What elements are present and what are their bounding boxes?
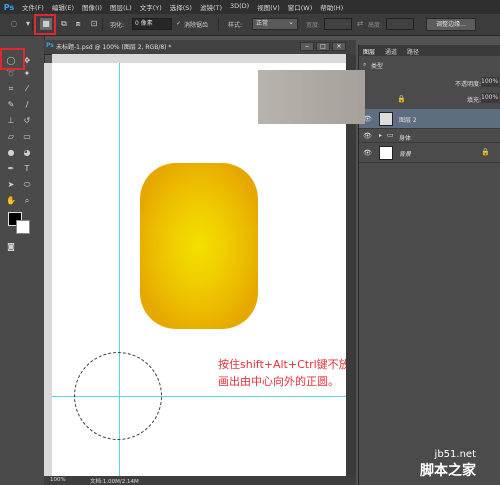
layer-name[interactable]: 背景	[399, 149, 411, 158]
refine-edge-button[interactable]: 调整边缘...	[426, 18, 476, 31]
watermark: jb51.net 脚本之家	[420, 449, 476, 480]
gradient-tool-icon[interactable]: ▭	[20, 130, 34, 143]
menu-layer[interactable]: 图层(L)	[106, 2, 136, 12]
ps-doc-icon: Ps	[46, 42, 54, 49]
history-brush-icon[interactable]: ↺	[20, 114, 34, 127]
kind-filter-select[interactable]: 类型	[371, 61, 383, 70]
layer-row-background[interactable]: 👁 背景 🔒	[359, 143, 500, 163]
options-bar: ◌ ▾ ■ ⧉ ⧈ ⊡ 羽化: 0 像素 ✓ 消除锯齿 样式: 正常 宽度: ⇄…	[0, 14, 500, 36]
zoom-level[interactable]: 100%	[50, 477, 66, 483]
antialias-checkbox[interactable]: ✓	[176, 20, 181, 27]
feather-input[interactable]: 0 像素	[132, 18, 172, 30]
menu-image[interactable]: 图像(I)	[78, 2, 106, 12]
lock-icon: 🔒	[481, 148, 490, 156]
subtract-from-selection-icon[interactable]: ⧈	[72, 18, 84, 30]
menu-filter[interactable]: 滤镜(T)	[196, 2, 226, 12]
elliptical-marquee-preset-icon[interactable]: ◌	[8, 18, 20, 30]
menu-edit[interactable]: 编辑(E)	[48, 2, 78, 12]
instruction-annotation: 按住shift+Alt+Ctrl键不放， 画出由中心向外的正圆。	[218, 356, 361, 390]
document-tab[interactable]: Ps 未标题-1.psd @ 100% (图层 2, RGB/8) * − □ …	[44, 40, 356, 55]
add-to-selection-icon[interactable]: ⧉	[58, 18, 70, 30]
style-label: 样式:	[228, 22, 243, 29]
circle-selection-marquee[interactable]	[74, 352, 162, 440]
menu-select[interactable]: 选择(S)	[166, 2, 196, 12]
type-tool-icon[interactable]: T	[20, 162, 34, 175]
document-title: 未标题-1.psd @ 100% (图层 2, RGB/8) *	[56, 44, 172, 51]
eyedropper-icon[interactable]: ⁄	[20, 82, 34, 95]
minimize-button[interactable]: −	[300, 42, 314, 51]
lock-icon[interactable]: 🔒	[397, 95, 406, 103]
clone-stamp-icon[interactable]: ⊥	[4, 114, 18, 127]
group-name[interactable]: 身体	[399, 133, 411, 142]
opacity-input[interactable]: 100%	[481, 77, 499, 87]
width-input[interactable]	[324, 18, 352, 30]
brush-tool-icon[interactable]: ∕	[20, 98, 34, 111]
menu-window[interactable]: 窗口(W)	[284, 2, 317, 12]
filter-icon: ⌕	[363, 61, 367, 68]
intersect-selection-icon[interactable]: ⊡	[88, 18, 100, 30]
menu-view[interactable]: 视图(V)	[253, 2, 284, 12]
style-select[interactable]: 正常	[252, 17, 298, 30]
healing-brush-icon[interactable]: ✎	[4, 98, 18, 111]
menu-bar: Ps 文件(F) 编辑(E) 图像(I) 图层(L) 文字(Y) 选择(S) 滤…	[0, 0, 500, 14]
divider	[102, 18, 103, 31]
divider	[218, 18, 219, 31]
width-label: 宽度:	[306, 22, 321, 29]
layer-thumbnail	[379, 112, 393, 126]
close-button[interactable]: ✕	[332, 42, 346, 51]
divider	[32, 18, 33, 31]
tab-paths[interactable]: 路径	[407, 47, 419, 56]
zoom-tool-icon[interactable]: ⌕	[20, 194, 34, 207]
layer-row-group[interactable]: 👁 ▸ ▭ 身体	[359, 129, 500, 143]
annotation-line-1: 按住shift+Alt+Ctrl键不放，	[218, 358, 361, 371]
layer-name[interactable]: 图层 2	[399, 115, 417, 124]
status-bar: 100% 文档:1.00M/2.14M	[44, 476, 356, 485]
eye-icon[interactable]: 👁	[363, 149, 372, 157]
layer-thumbnail	[379, 146, 393, 160]
quick-mask-icon[interactable]: ◙	[4, 240, 18, 253]
hand-tool-icon[interactable]: ✋	[4, 194, 18, 207]
antialias-label: 消除锯齿	[184, 22, 209, 29]
eraser-tool-icon[interactable]: ▱	[4, 130, 18, 143]
photoshop-logo: Ps	[3, 2, 15, 12]
watermark-name: 脚本之家	[420, 463, 476, 479]
height-input[interactable]	[386, 18, 414, 30]
height-label: 高度:	[368, 22, 383, 29]
menu-help[interactable]: 帮助(H)	[316, 2, 347, 12]
path-selection-icon[interactable]: ➤	[4, 178, 18, 191]
folder-icon: ▭	[387, 131, 394, 139]
shape-tool-icon[interactable]: ⬭	[20, 178, 34, 191]
chevron-right-icon[interactable]: ▸	[379, 132, 382, 139]
dodge-tool-icon[interactable]: ◕	[20, 146, 34, 159]
swap-icon[interactable]: ⇄	[354, 18, 366, 30]
panel-tabs: 图层 通道 路径	[359, 45, 500, 56]
blur-tool-icon[interactable]: ●	[4, 146, 18, 159]
menu-list: 文件(F) 编辑(E) 图像(I) 图层(L) 文字(Y) 选择(S) 滤镜(T…	[18, 2, 347, 12]
watermark-site: jb51.net	[434, 449, 476, 460]
menu-3d[interactable]: 3D(D)	[226, 2, 253, 12]
fill-input[interactable]: 100%	[481, 93, 499, 103]
menu-type[interactable]: 文字(Y)	[136, 2, 166, 12]
toolbox: ◯ ✥ ➰ ✦ ⌗ ⁄ ✎ ∕ ⊥ ↺ ▱ ▭ ● ◕ ✒ T ➤ ⬭ ✋ ⌕ …	[0, 36, 45, 485]
crop-tool-icon[interactable]: ⌗	[4, 82, 18, 95]
highlight-box	[34, 14, 56, 35]
layers-panel: 图层 通道 路径 ⌕ 类型 不透明度: 100% 🔒 填充: 100% 👁 图层…	[358, 45, 500, 485]
tab-layers[interactable]: 图层	[363, 47, 375, 56]
opacity-label: 不透明度:	[455, 81, 482, 88]
tab-channels[interactable]: 通道	[385, 47, 397, 56]
fill-label: 填充:	[467, 97, 482, 104]
annotation-line-2: 画出由中心向外的正圆。	[218, 375, 339, 388]
eye-icon[interactable]: 👁	[363, 132, 372, 140]
feather-label: 羽化:	[110, 22, 125, 29]
tool-highlight-box	[0, 48, 25, 70]
layer-row-selected[interactable]: 👁 图层 2	[359, 109, 500, 129]
pen-tool-icon[interactable]: ✒	[4, 162, 18, 175]
maximize-button[interactable]: □	[316, 42, 330, 51]
yellow-rounded-rectangle	[140, 163, 258, 329]
background-color-swatch[interactable]	[16, 220, 30, 234]
document-size: 文档:1.00M/2.14M	[90, 479, 139, 485]
menu-file[interactable]: 文件(F)	[18, 2, 48, 12]
overlay-panel	[258, 70, 365, 124]
